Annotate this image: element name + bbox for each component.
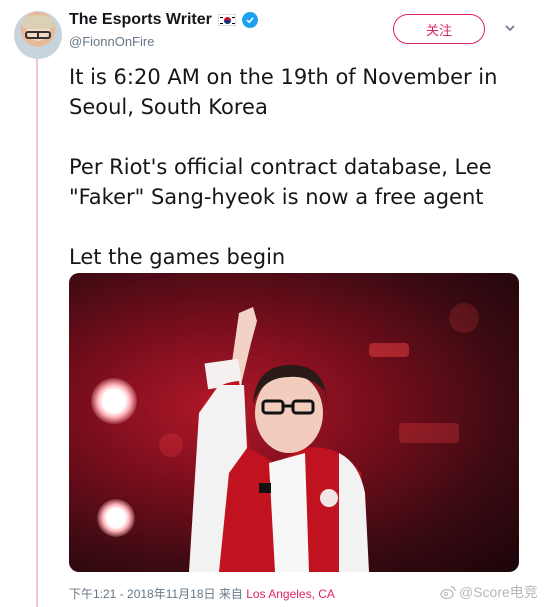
tweet-paragraph: Per Riot's official contract database, L… (69, 155, 492, 209)
avatar-glasses (25, 31, 51, 39)
avatar-hair (22, 15, 54, 29)
display-name[interactable]: The Esports Writer (69, 11, 212, 29)
location-link[interactable]: Los Angeles, CA (246, 587, 335, 601)
weibo-icon (440, 586, 456, 599)
verified-badge-icon (241, 12, 258, 28)
timestamp[interactable]: 下午1:21 - 2018年11月18日 来自 (69, 587, 243, 601)
watermark-text: @Score电竞 (459, 584, 538, 600)
thread-rule (36, 56, 38, 607)
watermark: @Score电竞 (440, 582, 538, 602)
player-figure (189, 307, 369, 572)
tweet-text: It is 6:20 AM on the 19th of November in… (69, 62, 529, 272)
tweet-paragraph: Let the games begin (69, 245, 286, 269)
tweet-meta: 下午1:21 - 2018年11月18日 来自 Los Angeles, CA (69, 585, 335, 602)
chevron-down-icon[interactable] (504, 22, 516, 34)
south-korea-flag-icon (217, 14, 236, 26)
author-row: The Esports Writer (69, 11, 258, 29)
user-handle[interactable]: @FionnOnFire (69, 34, 154, 49)
avatar[interactable] (14, 11, 62, 59)
tweet-paragraph: It is 6:20 AM on the 19th of November in… (69, 65, 498, 119)
follow-button[interactable]: 关注 (393, 14, 485, 44)
tweet-photo[interactable] (69, 273, 519, 572)
